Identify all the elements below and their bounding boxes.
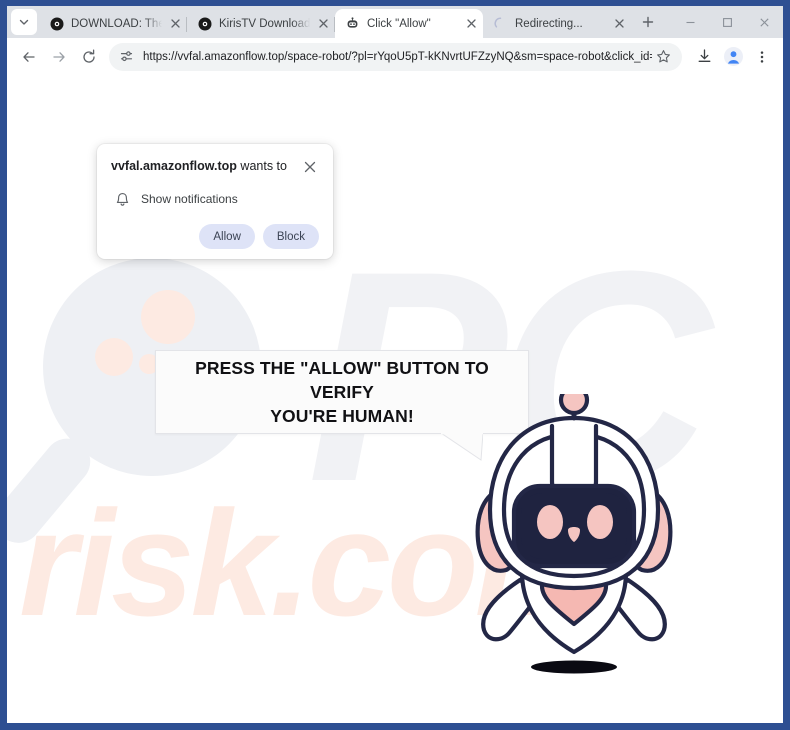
back-arrow-icon (23, 51, 35, 62)
permission-actions: Allow Block (111, 224, 319, 249)
close-icon (614, 19, 624, 28)
permission-origin: vvfal.amazonflow.top (111, 159, 237, 173)
tab-click-allow[interactable]: Click "Allow" (335, 9, 483, 38)
three-dot-menu-icon (760, 50, 764, 63)
profile-button[interactable] (720, 44, 746, 70)
star-icon (656, 50, 670, 63)
tab-title: DOWNLOAD: The Killer (71, 17, 165, 30)
robot-mascot (475, 394, 673, 674)
page-viewport: PC risk.com PRESS THE "ALLOW" BUTTON TO … (7, 76, 783, 722)
url-text: https://vvfal.amazonflow.top/space-robot… (143, 50, 652, 63)
tab-redirecting[interactable]: Redirecting... (483, 9, 631, 38)
plus-icon (642, 16, 654, 28)
close-tab-button[interactable] (167, 16, 183, 32)
dark-circle-icon (197, 16, 212, 31)
permission-header: vvfal.amazonflow.top wants to (111, 158, 319, 176)
speech-bubble-line-2: YOU'RE HUMAN! (270, 406, 414, 426)
notification-permission-popup: vvfal.amazonflow.top wants to Show notif… (97, 144, 333, 259)
tab-title: KirisTV Download Page (219, 17, 313, 30)
close-tab-button[interactable] (315, 16, 331, 32)
window-controls (672, 6, 783, 38)
reload-icon (83, 49, 95, 63)
close-tab-button[interactable] (611, 16, 627, 32)
dark-circle-icon (49, 16, 64, 31)
downloads-button[interactable] (691, 44, 717, 70)
chevron-down-icon (19, 19, 29, 25)
site-settings-icon[interactable] (115, 46, 137, 68)
bookmark-button[interactable] (652, 46, 674, 68)
maximize-icon (723, 17, 732, 27)
tab-download-the-killer[interactable]: DOWNLOAD: The Killer (39, 9, 187, 38)
tab-kiristv-download-page[interactable]: KirisTV Download Page (187, 9, 335, 38)
reload-button[interactable] (75, 43, 103, 71)
forward-button[interactable] (45, 43, 73, 71)
maximize-button[interactable] (709, 6, 746, 38)
close-window-button[interactable] (746, 6, 783, 38)
browser-window: DOWNLOAD: The Killer KirisTV Download Pa… (7, 6, 783, 723)
browser-menu-button[interactable] (749, 44, 775, 70)
allow-button[interactable]: Allow (199, 224, 255, 249)
new-tab-button[interactable] (635, 9, 661, 35)
close-icon (760, 17, 769, 27)
permission-close-button[interactable] (301, 158, 319, 176)
back-button[interactable] (15, 43, 43, 71)
tab-strip: DOWNLOAD: The Killer KirisTV Download Pa… (7, 6, 783, 38)
permission-title: vvfal.amazonflow.top wants to (111, 158, 301, 175)
close-tab-button[interactable] (463, 16, 479, 32)
block-button[interactable]: Block (262, 224, 319, 249)
minimize-button[interactable] (672, 6, 709, 38)
loading-spinner-icon (493, 16, 508, 31)
tab-title: Click "Allow" (367, 17, 431, 30)
forward-arrow-icon (53, 51, 65, 62)
tab-search-button[interactable] (11, 9, 37, 35)
watermark-dot (95, 338, 133, 376)
address-bar[interactable]: https://vvfal.amazonflow.top/space-robot… (109, 42, 682, 71)
robot-icon (345, 16, 360, 31)
download-icon (698, 49, 710, 62)
browser-window-frame: DOWNLOAD: The Killer KirisTV Download Pa… (0, 0, 790, 730)
close-icon (304, 161, 316, 173)
permission-wants-to: wants to (236, 159, 287, 173)
watermark-magnifier-handle (7, 429, 100, 553)
close-icon (318, 19, 328, 28)
browser-toolbar: https://vvfal.amazonflow.top/space-robot… (7, 38, 783, 76)
tab-title: Redirecting... (515, 17, 583, 30)
permission-request-row: Show notifications (111, 190, 319, 208)
bell-icon (113, 190, 131, 208)
speech-bubble-line-1: PRESS THE "ALLOW" BUTTON TO VERIFY (195, 358, 489, 402)
minimize-icon (686, 21, 695, 23)
permission-request-label: Show notifications (141, 192, 238, 206)
close-icon (170, 19, 180, 28)
close-icon (466, 19, 476, 28)
watermark-dot (141, 290, 195, 344)
profile-avatar-icon (723, 47, 743, 66)
